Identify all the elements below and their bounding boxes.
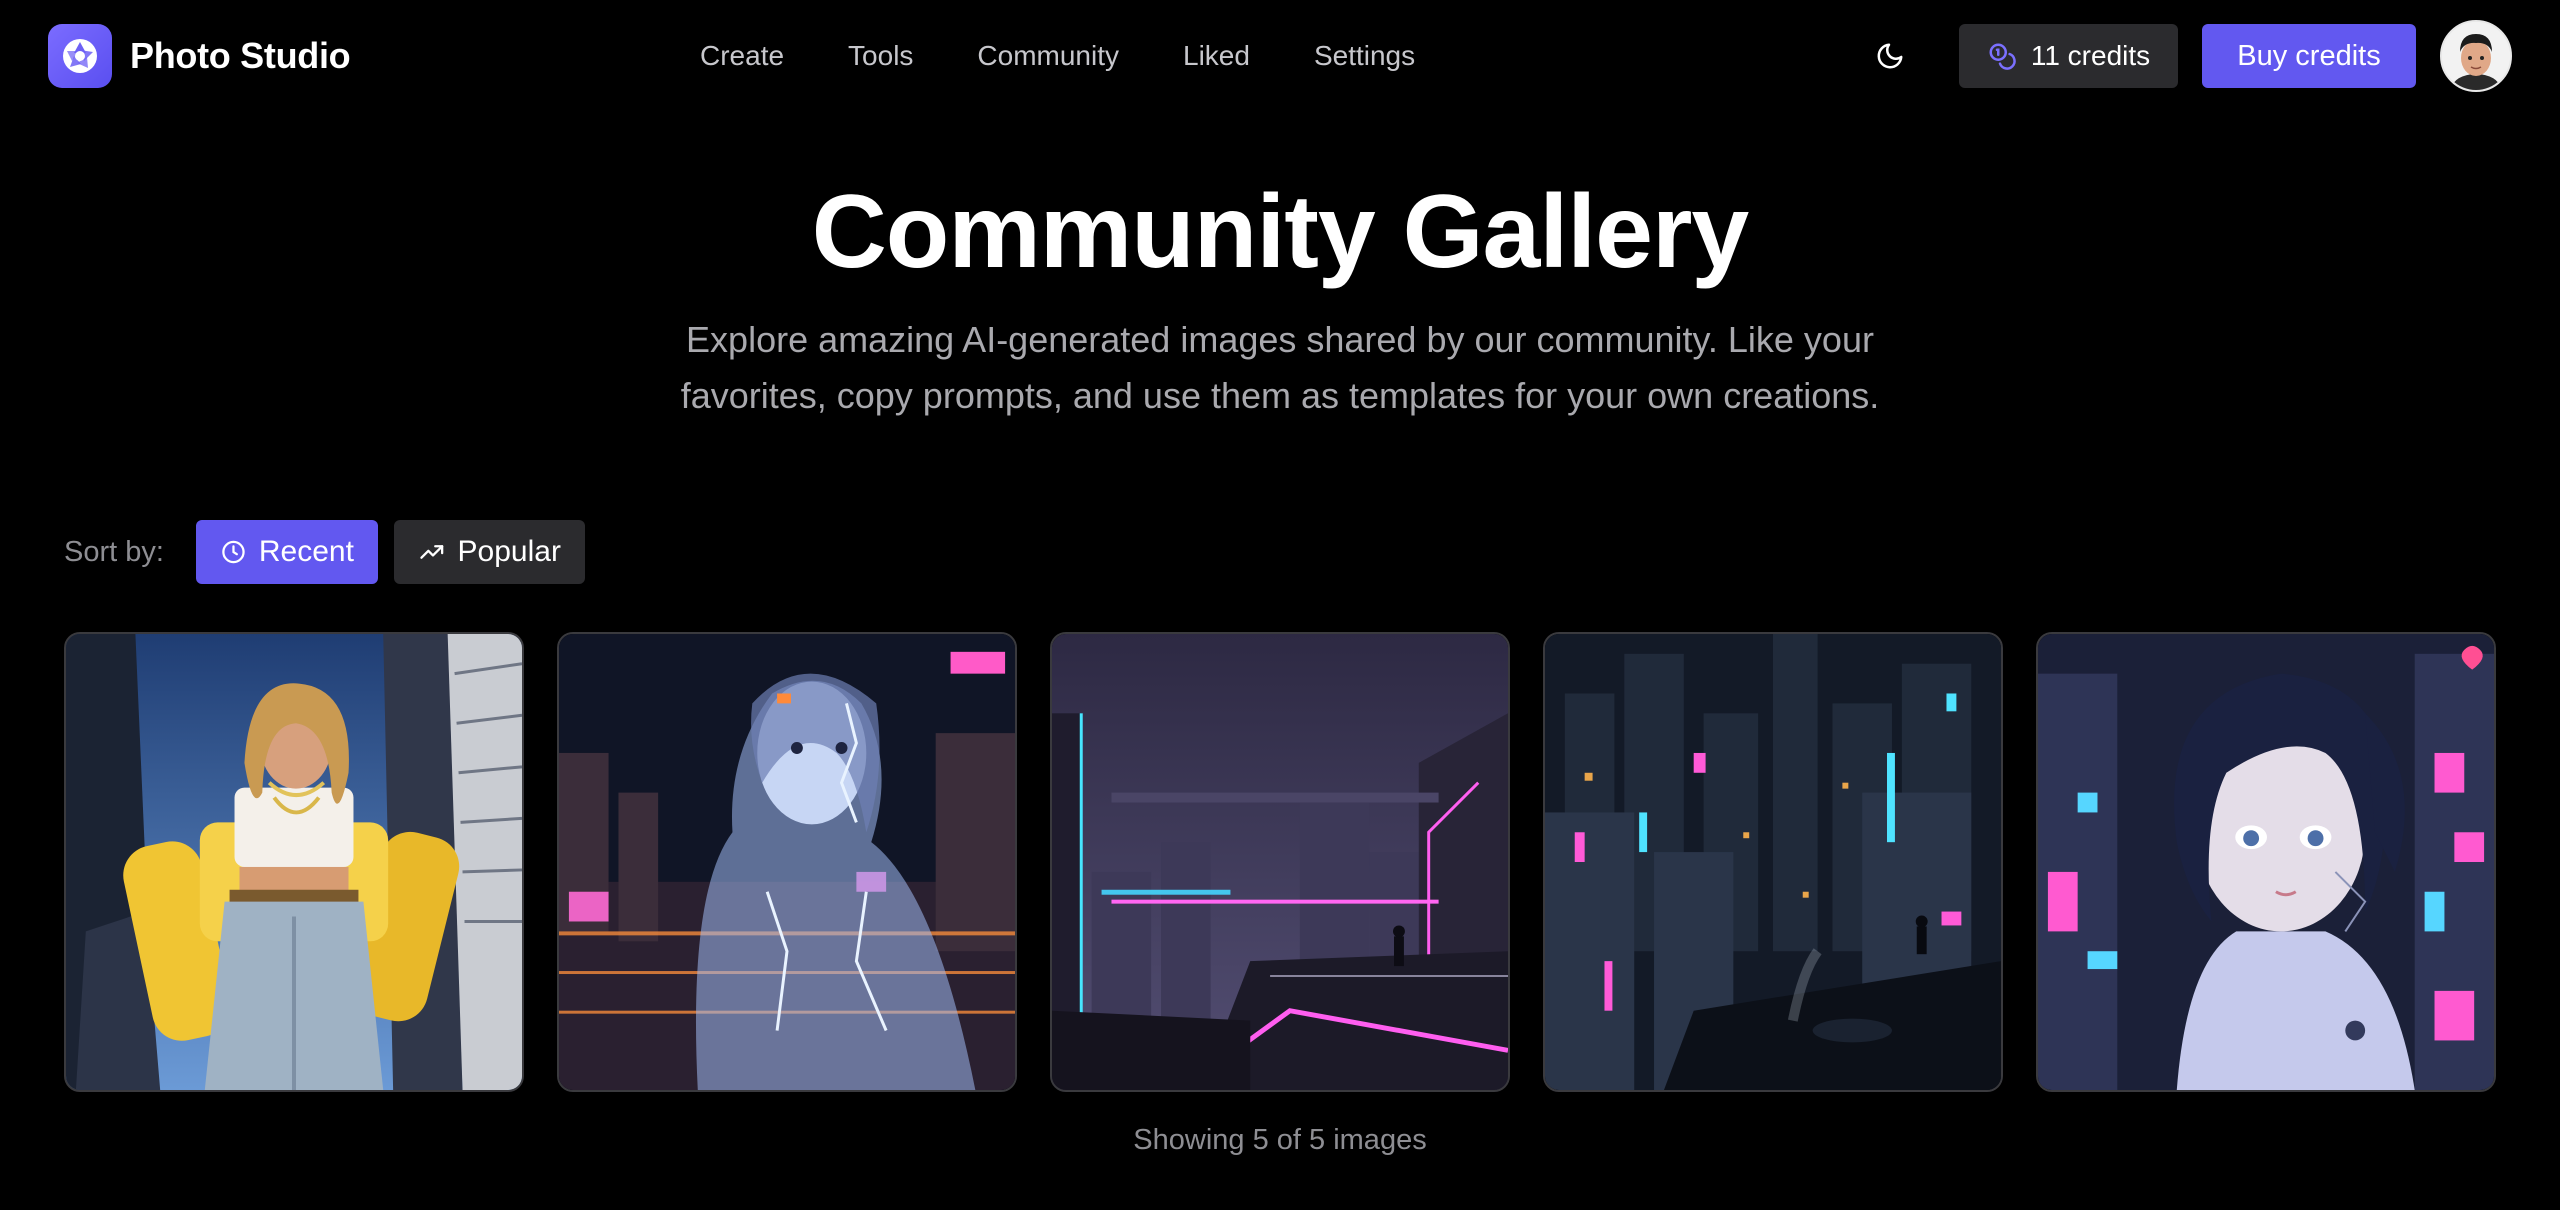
top-header: Photo Studio Create Tools Community Like… bbox=[0, 0, 2560, 112]
gallery-image-3[interactable] bbox=[1050, 632, 1510, 1092]
page-subtitle: Explore amazing AI-generated images shar… bbox=[580, 312, 1980, 424]
coins-icon bbox=[1989, 43, 2016, 70]
subtitle-line-2: favorites, copy prompts, and use them as… bbox=[680, 375, 1880, 416]
trending-up-icon bbox=[420, 545, 444, 559]
main-nav: Create Tools Community Liked Settings bbox=[700, 30, 1415, 82]
moon-icon bbox=[1877, 43, 1903, 69]
sort-label: Sort by: bbox=[64, 535, 164, 568]
clock-icon bbox=[222, 540, 245, 564]
camera-aperture-icon bbox=[48, 24, 112, 88]
sort-recent-button[interactable]: Recent bbox=[195, 520, 378, 584]
buy-credits-button[interactable]: Buy credits bbox=[2202, 24, 2416, 88]
gallery-image-4[interactable] bbox=[1543, 632, 2003, 1092]
sort-popular-button[interactable]: Popular bbox=[393, 520, 585, 584]
nav-create[interactable]: Create bbox=[700, 40, 784, 72]
gallery-image-1[interactable] bbox=[64, 632, 524, 1092]
credits-label: 11 credits bbox=[2030, 40, 2151, 71]
nav-community[interactable]: Community bbox=[977, 40, 1119, 72]
nav-liked[interactable]: Liked bbox=[1183, 40, 1250, 72]
brand[interactable]: Photo Studio bbox=[48, 24, 351, 88]
theme-toggle-button[interactable] bbox=[1870, 36, 1910, 76]
image-count: Showing 5 of 5 images bbox=[1133, 1124, 1427, 1156]
credits-balance[interactable]: 11 credits bbox=[1959, 24, 2178, 88]
app-name: Photo Studio bbox=[130, 35, 351, 76]
nav-settings[interactable]: Settings bbox=[1314, 40, 1415, 72]
gallery-grid bbox=[64, 632, 2496, 1092]
page-title: Community Gallery bbox=[811, 174, 1750, 290]
sort-recent-label: Recent bbox=[258, 535, 354, 568]
nav-tools[interactable]: Tools bbox=[848, 40, 913, 72]
sort-popular-label: Popular bbox=[457, 535, 561, 568]
subtitle-line-1: Explore amazing AI-generated images shar… bbox=[686, 319, 1874, 360]
gallery-image-2[interactable] bbox=[557, 632, 1017, 1092]
gallery-image-5[interactable] bbox=[2036, 632, 2496, 1092]
user-avatar[interactable] bbox=[2440, 20, 2512, 92]
sort-bar: Sort by: Recent Popular bbox=[64, 520, 585, 584]
